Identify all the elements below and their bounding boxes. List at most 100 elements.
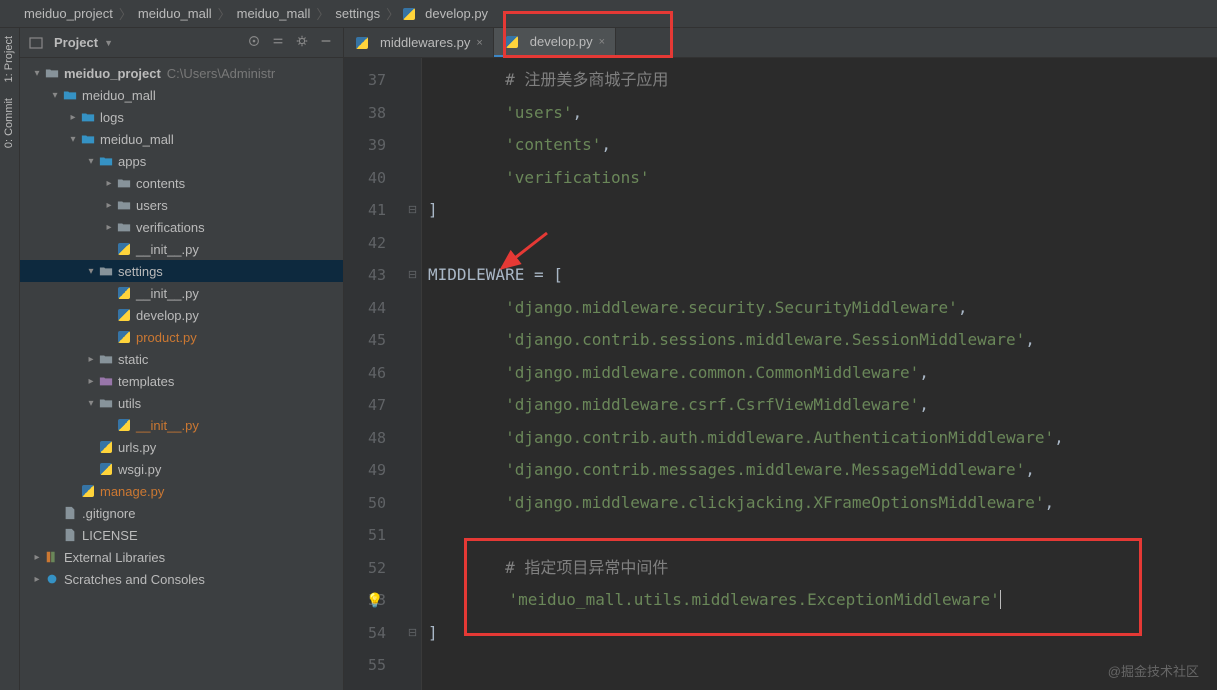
line-number[interactable]: 42 <box>344 227 404 260</box>
tree-chevron-icon[interactable]: ▾ <box>84 266 98 277</box>
tree-item-logs[interactable]: ▸logs <box>20 106 343 128</box>
tree-chevron-icon[interactable]: ▸ <box>102 200 116 211</box>
fold-marker-icon[interactable]: ⊟ <box>404 194 421 227</box>
tree-item-static[interactable]: ▸static <box>20 348 343 370</box>
code-editor[interactable]: 37383940414243444546474849505152535455 ⊟… <box>344 58 1217 690</box>
line-number[interactable]: 43 <box>344 259 404 292</box>
breadcrumb-item[interactable]: meiduo_mall <box>134 6 216 21</box>
tree-item---init---py[interactable]: __init__.py <box>20 414 343 436</box>
tree-chevron-icon[interactable]: ▾ <box>30 68 44 79</box>
tree-chevron-icon[interactable]: ▸ <box>66 112 80 123</box>
tree-chevron-icon[interactable]: ▸ <box>102 178 116 189</box>
tree-item-templates[interactable]: ▸templates <box>20 370 343 392</box>
tree-item-manage-py[interactable]: manage.py <box>20 480 343 502</box>
fold-marker-icon[interactable] <box>404 454 421 487</box>
tree-item-settings[interactable]: ▾settings <box>20 260 343 282</box>
tree-chevron-icon[interactable]: ▾ <box>84 156 98 167</box>
code-line-47[interactable]: 'django.middleware.csrf.CsrfViewMiddlewa… <box>428 389 1217 422</box>
fold-marker-icon[interactable] <box>404 227 421 260</box>
code-line-40[interactable]: 'verifications' <box>428 162 1217 195</box>
tree-chevron-icon[interactable]: ▸ <box>30 552 44 563</box>
tree-item-scratches-and-consoles[interactable]: ▸Scratches and Consoles <box>20 568 343 590</box>
code-line-48[interactable]: 'django.contrib.auth.middleware.Authenti… <box>428 422 1217 455</box>
line-number[interactable]: 45 <box>344 324 404 357</box>
tree-item-meiduo-mall[interactable]: ▾meiduo_mall <box>20 84 343 106</box>
tree-item-utils[interactable]: ▾utils <box>20 392 343 414</box>
fold-marker-icon[interactable] <box>404 552 421 585</box>
line-number[interactable]: 48 <box>344 422 404 455</box>
code-line-55[interactable] <box>428 649 1217 682</box>
tree-item-external-libraries[interactable]: ▸External Libraries <box>20 546 343 568</box>
fold-marker-icon[interactable] <box>404 422 421 455</box>
line-number[interactable]: 38 <box>344 97 404 130</box>
line-number[interactable]: 49 <box>344 454 404 487</box>
tree-item---init---py[interactable]: __init__.py <box>20 238 343 260</box>
line-number[interactable]: 41 <box>344 194 404 227</box>
fold-marker-icon[interactable] <box>404 357 421 390</box>
breadcrumb-item[interactable]: settings <box>331 6 384 21</box>
tree-chevron-icon[interactable]: ▾ <box>66 134 80 145</box>
code-line-39[interactable]: 'contents', <box>428 129 1217 162</box>
tree-chevron-icon[interactable]: ▸ <box>102 222 116 233</box>
fold-marker-icon[interactable] <box>404 97 421 130</box>
line-number[interactable]: 39 <box>344 129 404 162</box>
panel-title[interactable]: Project ▼ <box>54 35 239 50</box>
breadcrumb-item[interactable]: meiduo_project <box>20 6 117 21</box>
code-line-37[interactable]: # 注册美多商城子应用 <box>428 64 1217 97</box>
code-line-46[interactable]: 'django.middleware.common.CommonMiddlewa… <box>428 357 1217 390</box>
line-number[interactable]: 40 <box>344 162 404 195</box>
line-number[interactable]: 47 <box>344 389 404 422</box>
tree-item-contents[interactable]: ▸contents <box>20 172 343 194</box>
fold-marker-icon[interactable]: ⊟ <box>404 259 421 292</box>
breadcrumb-item[interactable]: develop.py <box>421 6 492 21</box>
tree-item-product-py[interactable]: product.py <box>20 326 343 348</box>
fold-marker-icon[interactable] <box>404 64 421 97</box>
gear-icon[interactable] <box>293 34 311 51</box>
fold-marker-icon[interactable]: ⊟ <box>404 617 421 650</box>
code-area[interactable]: # 注册美多商城子应用 'users', 'contents', 'verifi… <box>422 58 1217 690</box>
tree-item--gitignore[interactable]: .gitignore <box>20 502 343 524</box>
tree-chevron-icon[interactable]: ▸ <box>84 354 98 365</box>
tree-chevron-icon[interactable]: ▸ <box>30 574 44 585</box>
tree-item-meiduo-mall[interactable]: ▾meiduo_mall <box>20 128 343 150</box>
tree-chevron-icon[interactable]: ▾ <box>48 90 62 101</box>
tree-item-users[interactable]: ▸users <box>20 194 343 216</box>
line-number[interactable]: 46 <box>344 357 404 390</box>
fold-marker-icon[interactable] <box>404 162 421 195</box>
tree-chevron-icon[interactable]: ▸ <box>84 376 98 387</box>
commit-tool-tab[interactable]: 0: Commit <box>0 90 18 156</box>
tree-item-verifications[interactable]: ▸verifications <box>20 216 343 238</box>
fold-marker-icon[interactable] <box>404 519 421 552</box>
fold-marker-icon[interactable] <box>404 389 421 422</box>
hide-panel-icon[interactable] <box>317 34 335 51</box>
line-number[interactable]: 44 <box>344 292 404 325</box>
fold-marker-icon[interactable] <box>404 292 421 325</box>
breadcrumb-item[interactable]: meiduo_mall <box>233 6 315 21</box>
code-line-49[interactable]: 'django.contrib.messages.middleware.Mess… <box>428 454 1217 487</box>
tree-item-urls-py[interactable]: urls.py <box>20 436 343 458</box>
line-number[interactable]: 54 <box>344 617 404 650</box>
project-tool-tab[interactable]: 1: Project <box>0 28 18 90</box>
close-tab-icon[interactable]: × <box>476 37 482 49</box>
select-opened-file-icon[interactable] <box>245 34 263 51</box>
fold-gutter[interactable]: ⊟ ⊟ ⊟ <box>404 58 422 690</box>
tree-chevron-icon[interactable]: ▾ <box>84 398 98 409</box>
fold-marker-icon[interactable] <box>404 129 421 162</box>
fold-marker-icon[interactable] <box>404 324 421 357</box>
code-line-38[interactable]: 'users', <box>428 97 1217 130</box>
code-line-44[interactable]: 'django.middleware.security.SecurityMidd… <box>428 292 1217 325</box>
expand-all-icon[interactable] <box>269 34 287 51</box>
editor-tab-middlewares-py[interactable]: middlewares.py× <box>344 28 494 57</box>
tree-item-meiduo-project[interactable]: ▾meiduo_projectC:\Users\Administr <box>20 62 343 84</box>
code-line-45[interactable]: 'django.contrib.sessions.middleware.Sess… <box>428 324 1217 357</box>
fold-marker-icon[interactable] <box>404 487 421 520</box>
tree-item-develop-py[interactable]: develop.py <box>20 304 343 326</box>
line-number[interactable]: 55 <box>344 649 404 682</box>
line-number[interactable]: 37 <box>344 64 404 97</box>
code-line-50[interactable]: 'django.middleware.clickjacking.XFrameOp… <box>428 487 1217 520</box>
tree-item-apps[interactable]: ▾apps <box>20 150 343 172</box>
tree-item-license[interactable]: LICENSE <box>20 524 343 546</box>
fold-marker-icon[interactable] <box>404 584 421 617</box>
code-line-41[interactable]: ] <box>428 194 1217 227</box>
tree-item---init---py[interactable]: __init__.py <box>20 282 343 304</box>
